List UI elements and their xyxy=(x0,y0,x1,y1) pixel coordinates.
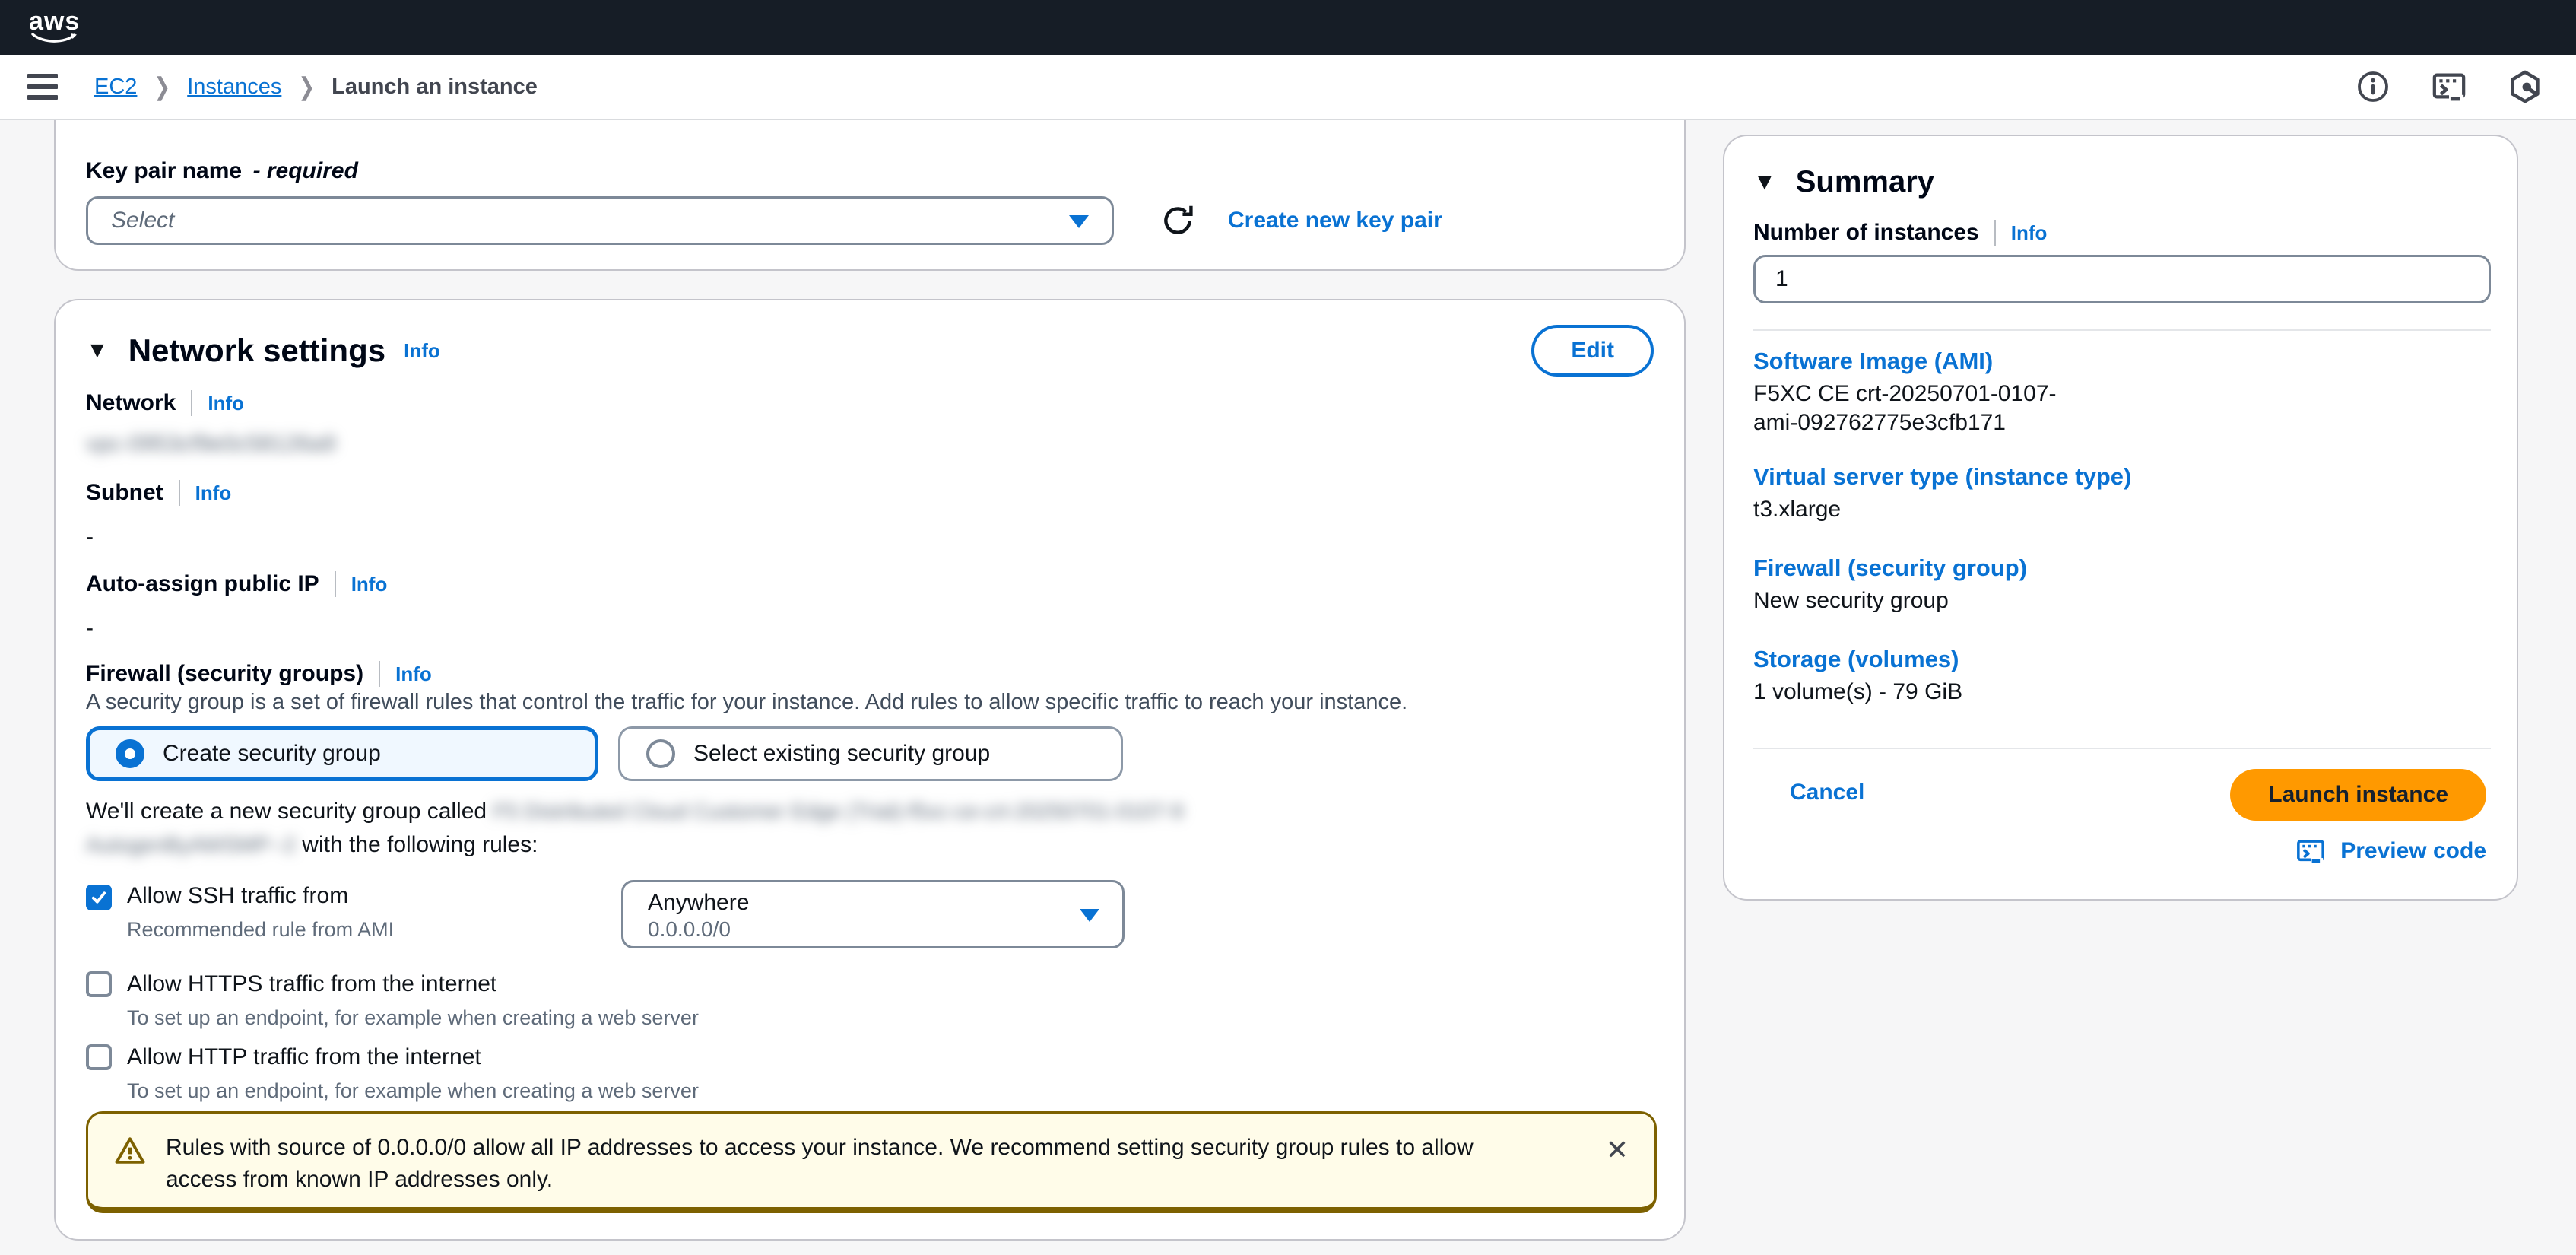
auto-assign-public-ip-value: - xyxy=(86,615,94,641)
amazon-q-icon[interactable] xyxy=(2508,69,2543,104)
redacted-security-group-name-2: AutogenByAWSMP--2 xyxy=(86,828,296,862)
summary-panel: ▼ Summary Number of instancesInfo Softwa… xyxy=(1723,135,2518,901)
refresh-key-pairs-button[interactable] xyxy=(1161,204,1194,237)
storage-link[interactable]: Storage (volumes) xyxy=(1753,646,1959,673)
collapse-caret-icon[interactable]: ▼ xyxy=(1753,170,1776,195)
breadcrumb-ec2-link[interactable]: EC2 xyxy=(94,75,137,100)
instance-type-link[interactable]: Virtual server type (instance type) xyxy=(1753,463,2131,491)
key-pair-select-placeholder: Select xyxy=(111,208,174,234)
network-field-value: vpc-0953cf9e0c58126a9 xyxy=(86,431,336,457)
code-terminal-icon xyxy=(2295,836,2327,866)
summary-title: Summary xyxy=(1796,165,1934,199)
check-icon xyxy=(89,888,109,907)
launch-instance-button[interactable]: Launch instance xyxy=(2230,769,2486,821)
cloudshell-icon[interactable] xyxy=(2430,69,2468,104)
allow-http-checkbox[interactable] xyxy=(86,1044,112,1070)
radio-selected-icon xyxy=(116,739,144,768)
number-of-instances-label: Number of instancesInfo xyxy=(1753,220,2047,246)
firewall-security-groups-label: Firewall (security groups)Info xyxy=(86,661,432,687)
hamburger-menu-icon[interactable] xyxy=(27,74,58,100)
network-info-link[interactable]: Info xyxy=(208,392,244,415)
ssh-source-select[interactable]: Anywhere 0.0.0.0/0 xyxy=(621,880,1125,948)
top-navigation-bar: aws xyxy=(0,0,2576,55)
aws-smile-icon xyxy=(31,33,78,45)
aws-logo[interactable]: aws xyxy=(29,10,80,45)
create-new-key-pair-link[interactable]: Create new key pair xyxy=(1228,208,1442,234)
breadcrumb-bar: EC2 ❯ Instances ❯ Launch an instance xyxy=(0,55,2576,120)
subnet-field-value: - xyxy=(86,524,94,550)
close-icon[interactable]: ✕ xyxy=(1606,1136,1629,1207)
warning-message: Rules with source of 0.0.0.0/0 allow all… xyxy=(166,1132,1534,1207)
subnet-field-label: SubnetInfo xyxy=(86,480,231,506)
storage-value: 1 volume(s) - 79 GiB xyxy=(1753,679,1962,705)
clipped-text-line: You can use a key pair to securely conne… xyxy=(89,122,1651,130)
create-security-group-label: Create security group xyxy=(163,741,381,767)
network-field-label: NetworkInfo xyxy=(86,390,244,416)
instance-type-value: t3.xlarge xyxy=(1753,497,1841,523)
firewall-info-link[interactable]: Info xyxy=(395,662,432,685)
caret-down-icon xyxy=(1069,215,1089,228)
breadcrumb-current-page: Launch an instance xyxy=(332,75,538,100)
firewall-description: A security group is a set of firewall ru… xyxy=(86,690,1407,715)
subnet-info-link[interactable]: Info xyxy=(195,481,232,504)
software-image-ami-id: ami-092762775e3cfb171 xyxy=(1753,410,2006,436)
aws-logo-text: aws xyxy=(29,10,80,33)
allow-http-description: To set up an endpoint, for example when … xyxy=(127,1079,699,1103)
info-icon[interactable] xyxy=(2356,69,2390,104)
software-image-link[interactable]: Software Image (AMI) xyxy=(1753,348,1993,375)
number-of-instances-input[interactable] xyxy=(1753,255,2491,303)
breadcrumb: EC2 ❯ Instances ❯ Launch an instance xyxy=(94,75,538,100)
radio-unselected-icon xyxy=(646,739,675,768)
ssh-source-value: Anywhere xyxy=(648,890,1122,916)
open-access-warning-alert: Rules with source of 0.0.0.0/0 allow all… xyxy=(86,1111,1657,1213)
cancel-button[interactable]: Cancel xyxy=(1790,780,1864,805)
divider xyxy=(1753,748,2491,749)
instances-info-link[interactable]: Info xyxy=(2011,221,2048,244)
allow-https-description: To set up an endpoint, for example when … xyxy=(127,1006,699,1030)
breadcrumb-instances-link[interactable]: Instances xyxy=(187,75,281,100)
caret-down-icon xyxy=(1080,909,1099,922)
security-group-sentence: We'll create a new security group called… xyxy=(86,795,1185,862)
redacted-security-group-name: F5 Distributed Cloud Customer Edge (Tria… xyxy=(493,795,1185,828)
preview-code-button[interactable]: Preview code xyxy=(2295,836,2486,866)
key-pair-select[interactable]: Select xyxy=(86,196,1114,245)
required-indicator: - required xyxy=(253,158,358,183)
chevron-right-icon: ❯ xyxy=(298,72,315,102)
network-settings-title: Network settings xyxy=(128,332,385,369)
software-image-value: F5XC CE crt-20250701-0107- xyxy=(1753,381,2057,407)
allow-https-checkbox[interactable] xyxy=(86,971,112,997)
firewall-value: New security group xyxy=(1753,588,1949,614)
allow-https-label: Allow HTTPS traffic from the internet xyxy=(127,971,496,997)
select-existing-security-group-option[interactable]: Select existing security group xyxy=(618,726,1123,781)
warning-icon xyxy=(114,1135,146,1207)
create-security-group-option[interactable]: Create security group xyxy=(86,726,598,781)
chevron-right-icon: ❯ xyxy=(154,72,170,102)
edit-network-settings-button[interactable]: Edit xyxy=(1531,325,1654,376)
preview-code-label: Preview code xyxy=(2340,838,2486,864)
network-settings-info-link[interactable]: Info xyxy=(404,339,440,363)
network-settings-card: ▼ Network settings Info Edit NetworkInfo… xyxy=(54,299,1686,1241)
allow-ssh-label: Allow SSH traffic from xyxy=(127,883,348,909)
firewall-link[interactable]: Firewall (security group) xyxy=(1753,554,2027,582)
auto-assign-info-link[interactable]: Info xyxy=(351,573,388,596)
divider xyxy=(1753,329,2491,331)
ssh-source-cidr: 0.0.0.0/0 xyxy=(648,917,1122,942)
key-pair-name-label: Key pair name - required xyxy=(86,158,358,184)
allow-ssh-description: Recommended rule from AMI xyxy=(127,918,394,942)
select-existing-security-group-label: Select existing security group xyxy=(693,741,990,767)
allow-ssh-checkbox[interactable] xyxy=(86,885,112,910)
allow-http-label: Allow HTTP traffic from the internet xyxy=(127,1044,481,1070)
collapse-caret-icon[interactable]: ▼ xyxy=(86,338,109,364)
auto-assign-public-ip-label: Auto-assign public IPInfo xyxy=(86,571,387,597)
